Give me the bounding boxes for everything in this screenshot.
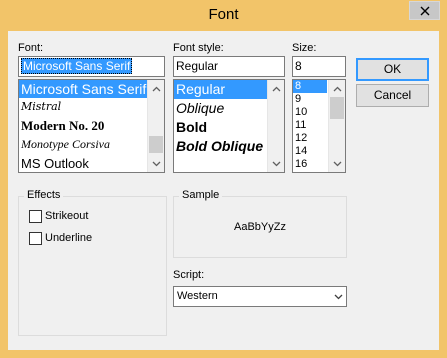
close-button[interactable] [409,1,440,20]
size-scrollbar[interactable] [328,80,345,172]
chevron-down-icon [333,161,341,166]
title-bar[interactable]: Font [0,0,447,31]
font-list-item[interactable]: Modern No. 20 [19,116,164,135]
chevron-up-icon [272,86,280,91]
font-list-item[interactable]: Mistral [19,98,164,116]
size-label: Size: [292,42,317,54]
close-icon [420,6,429,15]
ok-button[interactable]: OK [356,58,429,81]
chevron-up-icon [152,86,160,91]
font-list-item[interactable]: Microsoft Sans Serif [19,80,164,98]
font-list[interactable]: Microsoft Sans Serif Mistral Modern No. … [18,79,165,173]
dropdown-arrow[interactable] [334,291,343,303]
scroll-thumb[interactable] [330,97,344,119]
chevron-down-icon [334,294,343,300]
chevron-up-icon [333,86,341,91]
font-style-scrollbar[interactable] [267,80,284,172]
sample-group-title: Sample [179,189,223,201]
style-list-item[interactable]: Regular [174,80,267,99]
cancel-button[interactable]: Cancel [356,84,429,107]
scroll-up-arrow[interactable] [329,80,345,97]
window-title: Font [208,6,239,23]
size-input[interactable]: 8 [292,56,346,77]
scroll-down-arrow[interactable] [329,155,345,172]
chevron-down-icon [152,161,160,166]
strikeout-label: Strikeout [45,210,89,222]
size-list-item[interactable]: 8 [293,80,327,93]
font-list-scrollbar[interactable] [147,80,164,172]
scroll-down-arrow[interactable] [148,155,164,172]
chevron-down-icon [272,161,280,166]
font-list-item[interactable]: MS Outlook [19,154,164,172]
underline-checkbox[interactable] [29,232,42,245]
scroll-up-arrow[interactable] [268,80,284,97]
size-list[interactable]: 8 9 10 11 12 14 16 [292,79,346,173]
font-name-input[interactable]: Microsoft Sans Serif [18,56,165,77]
script-label: Script: [173,269,205,281]
sample-text: AaBbYyZz [234,221,286,233]
scroll-up-arrow[interactable] [148,80,164,97]
font-style-input[interactable]: Regular [173,56,285,77]
font-style-label: Font style: [173,42,224,54]
dialog-body: Font: Microsoft Sans Serif Microsoft San… [8,31,439,350]
script-value: Western [177,290,218,302]
font-list-item[interactable]: Monotype Corsiva [19,135,164,154]
strikeout-checkbox[interactable] [29,210,42,223]
font-name-value: Microsoft Sans Serif [21,58,133,74]
underline-label: Underline [45,232,93,244]
effects-group-title: Effects [24,189,64,201]
scroll-thumb[interactable] [149,136,163,153]
font-label: Font: [18,42,44,54]
scroll-down-arrow[interactable] [268,155,284,172]
script-select[interactable]: Western [173,286,347,307]
font-style-list[interactable]: Regular Oblique Bold Bold Oblique [173,79,285,173]
